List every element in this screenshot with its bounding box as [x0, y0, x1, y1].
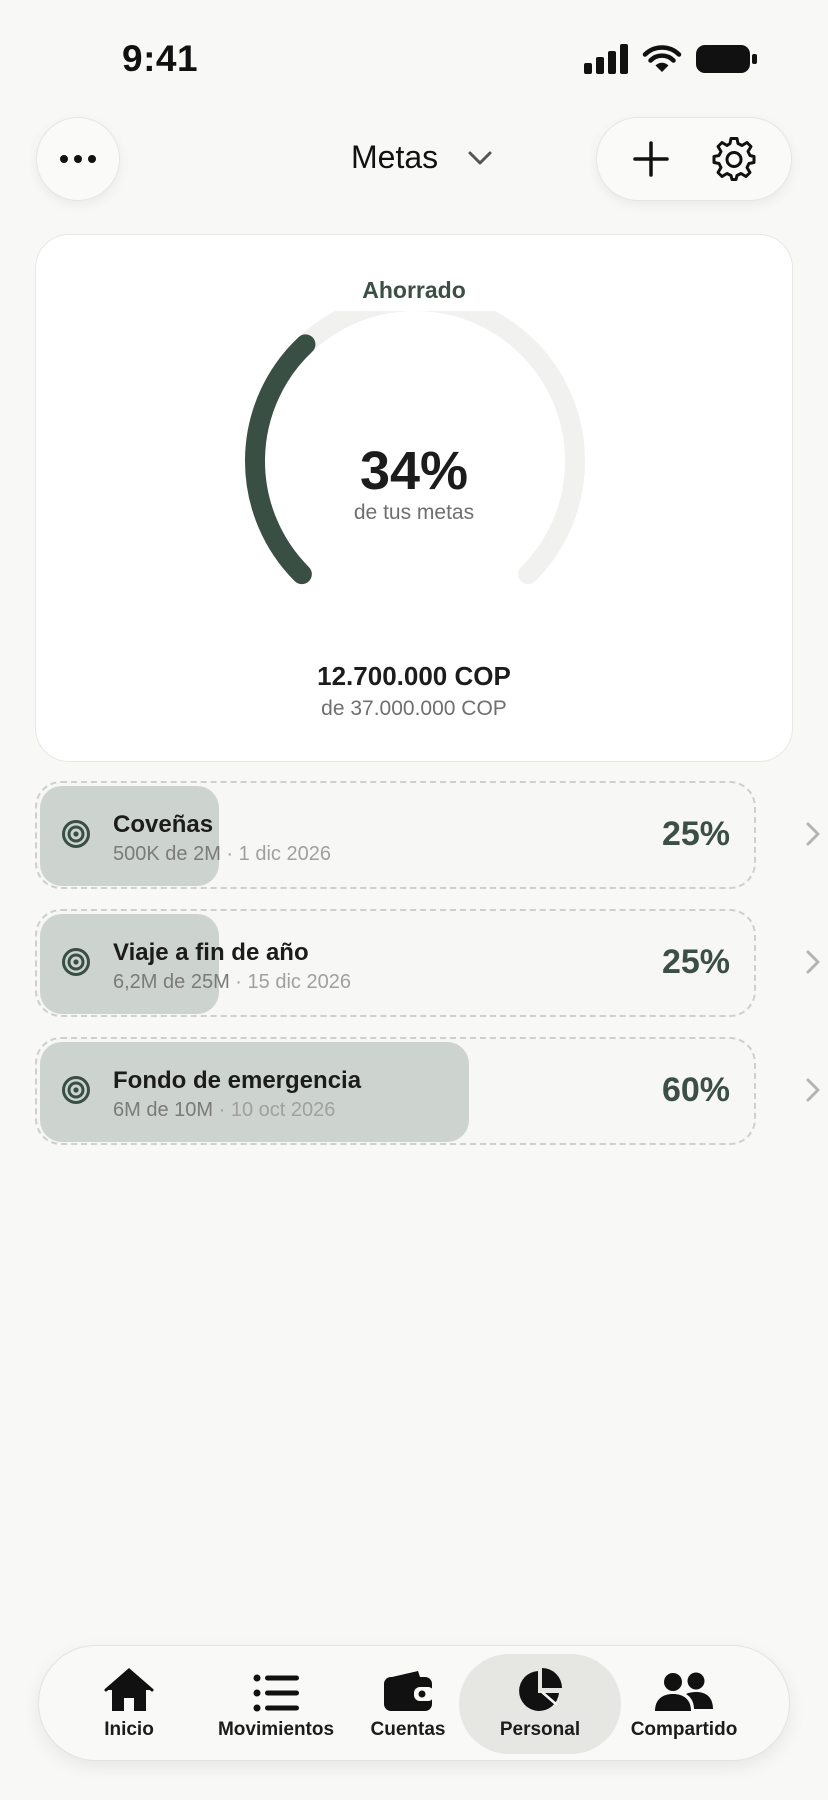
saved-label: Ahorrado [362, 277, 466, 303]
chevron-down-icon [468, 151, 492, 164]
tab-label: Personal [499, 1719, 581, 1740]
more-options-button[interactable] [36, 117, 120, 201]
goal-card: Coveñas 500K de 2M · 1 dic 2026 25% [35, 781, 756, 889]
goal-date: 15 dic 2026 [247, 971, 351, 993]
goal-row[interactable]: Fondo de emergencia 6M de 10M · 10 oct 2… [35, 1037, 820, 1145]
savings-percent: 34% [359, 441, 469, 501]
goal-meta: 500K de 2M · 1 dic 2026 [113, 843, 331, 866]
chevron-right-icon [806, 822, 820, 846]
header: Metas [0, 115, 828, 203]
tab-label: Compartido [630, 1719, 738, 1740]
goal-percent: 25% [661, 815, 730, 853]
goal-progress-text: 6M de 10M [113, 1099, 214, 1121]
tab-label: Movimientos [217, 1719, 335, 1740]
cellular-signal-icon [584, 44, 628, 74]
goal-date: 10 oct 2026 [230, 1099, 336, 1121]
people-icon [655, 1672, 713, 1711]
goal-separator: · [226, 843, 234, 865]
tab-label: Inicio [104, 1719, 154, 1740]
goal-progress-text: 6,2M de 25M [113, 971, 230, 993]
target-amount: de 37.000.000 COP [321, 697, 507, 720]
goal-separator: · [235, 971, 242, 993]
list-icon [253, 1674, 299, 1712]
goal-meta: 6M de 10M · 10 oct 2026 [113, 1099, 335, 1122]
tab-movimientos[interactable]: Movimientos [209, 1646, 343, 1762]
chevron-right-icon [806, 950, 820, 974]
status-bar: 9:41 [0, 0, 828, 110]
savings-percent-caption: de tus metas [353, 501, 475, 524]
tab-cuentas[interactable]: Cuentas [359, 1646, 457, 1762]
home-icon [104, 1668, 154, 1711]
settings-button[interactable] [712, 137, 756, 181]
header-actions [596, 117, 792, 201]
target-icon [62, 948, 90, 976]
tab-compartido[interactable]: Compartido [619, 1646, 749, 1762]
title-selector[interactable]: Metas [351, 139, 492, 176]
goal-date: 1 dic 2026 [238, 843, 331, 865]
status-time: 9:41 [122, 38, 199, 79]
page-title: Metas [351, 139, 439, 175]
tab-label: Cuentas [370, 1719, 446, 1740]
add-goal-button[interactable] [632, 141, 669, 177]
goal-row[interactable]: Viaje a fin de año 6,2M de 25M · 15 dic … [35, 909, 820, 1017]
plus-icon [632, 141, 669, 177]
target-icon [62, 820, 90, 848]
tab-bar: Inicio Movimientos Cuentas Personal Comp… [38, 1645, 790, 1761]
battery-icon [696, 45, 757, 73]
wifi-icon [642, 45, 682, 72]
goal-separator: · [218, 1099, 226, 1121]
ellipsis-icon [60, 155, 96, 163]
tab-personal[interactable]: Personal [469, 1646, 611, 1762]
savings-summary-card: Ahorrado 34% de tus metas 12.700.000 COP… [35, 234, 793, 762]
status-icons [584, 44, 758, 74]
gear-icon [712, 137, 755, 181]
goal-card: Viaje a fin de año 6,2M de 25M · 15 dic … [35, 909, 756, 1017]
goal-name: Coveñas [113, 811, 214, 838]
saved-amount: 12.700.000 COP [317, 661, 511, 691]
goal-percent: 25% [661, 943, 730, 981]
goal-card: Fondo de emergencia 6M de 10M · 10 oct 2… [35, 1037, 756, 1145]
goal-meta: 6,2M de 25M · 15 dic 2026 [113, 971, 351, 994]
wallet-icon [384, 1671, 434, 1711]
goal-progress-text: 500K de 2M [113, 843, 221, 865]
goal-percent: 60% [661, 1071, 730, 1109]
goal-name: Fondo de emergencia [113, 1067, 362, 1094]
target-icon [62, 1076, 90, 1104]
pie-chart-icon [519, 1668, 562, 1711]
goal-row[interactable]: Coveñas 500K de 2M · 1 dic 2026 25% [35, 781, 820, 889]
goal-name: Viaje a fin de año [113, 939, 309, 966]
chevron-right-icon [806, 1078, 820, 1102]
tab-inicio[interactable]: Inicio [79, 1646, 179, 1762]
